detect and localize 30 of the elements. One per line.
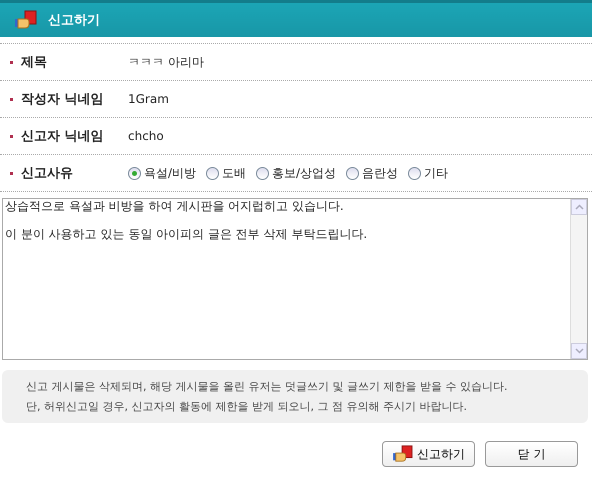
field-value: chcho: [128, 129, 164, 143]
report-hand-icon: [392, 445, 414, 463]
bullet-icon: [10, 60, 13, 64]
notice-text: 신고 게시물은 삭제되며, 해당 게시물을 올린 유저는 덧글쓰기 및 글쓰기 제한을 받을 수 있습니다.: [26, 379, 508, 395]
bullet-icon: [10, 172, 13, 174]
radio-button[interactable]: [346, 166, 360, 180]
field-label: 작성자 닉네임: [21, 91, 105, 108]
bullet-icon: [10, 134, 13, 138]
radio-option[interactable]: 기타: [408, 164, 448, 182]
field-label: 신고사유: [21, 165, 74, 182]
field-label: 제목: [21, 54, 48, 71]
report-hand-icon: [14, 10, 38, 30]
radio-option[interactable]: 도배: [206, 164, 246, 182]
radio-option[interactable]: 욕설/비방: [128, 164, 196, 182]
radio-option[interactable]: 홍보/상업성: [256, 164, 336, 182]
field-value: ㅋㅋㅋ 아리마: [128, 54, 204, 70]
field-label: 신고자 닉네임: [21, 128, 105, 145]
radio-button[interactable]: [408, 166, 422, 180]
text-area[interactable]: 상습적으로 욕설과 비방을 하여 게시판을 어지럽히고 있습니다. 이 분이 사용하고 있는 동일 아이피의 글은 전부 삭제 부탁드립니다.: [2, 198, 588, 360]
radio-option[interactable]: 음란성: [346, 164, 398, 182]
window-title: 신고하기: [48, 12, 100, 29]
radio-button[interactable]: [256, 166, 270, 180]
bullet-icon: [10, 98, 13, 100]
notice-text: 단, 허위신고일 경우, 신고자의 활동에 제한을 받게 되오니, 그 점 유의해 주시기 바랍니다.: [26, 399, 468, 415]
radio-button[interactable]: [206, 166, 220, 180]
close-button[interactable]: 닫 기: [485, 441, 578, 467]
field-value: 1Gram: [128, 92, 169, 106]
scrollbar[interactable]: [570, 199, 587, 359]
report-button[interactable]: 신고하기: [382, 441, 475, 467]
radio-button[interactable]: [128, 166, 141, 180]
